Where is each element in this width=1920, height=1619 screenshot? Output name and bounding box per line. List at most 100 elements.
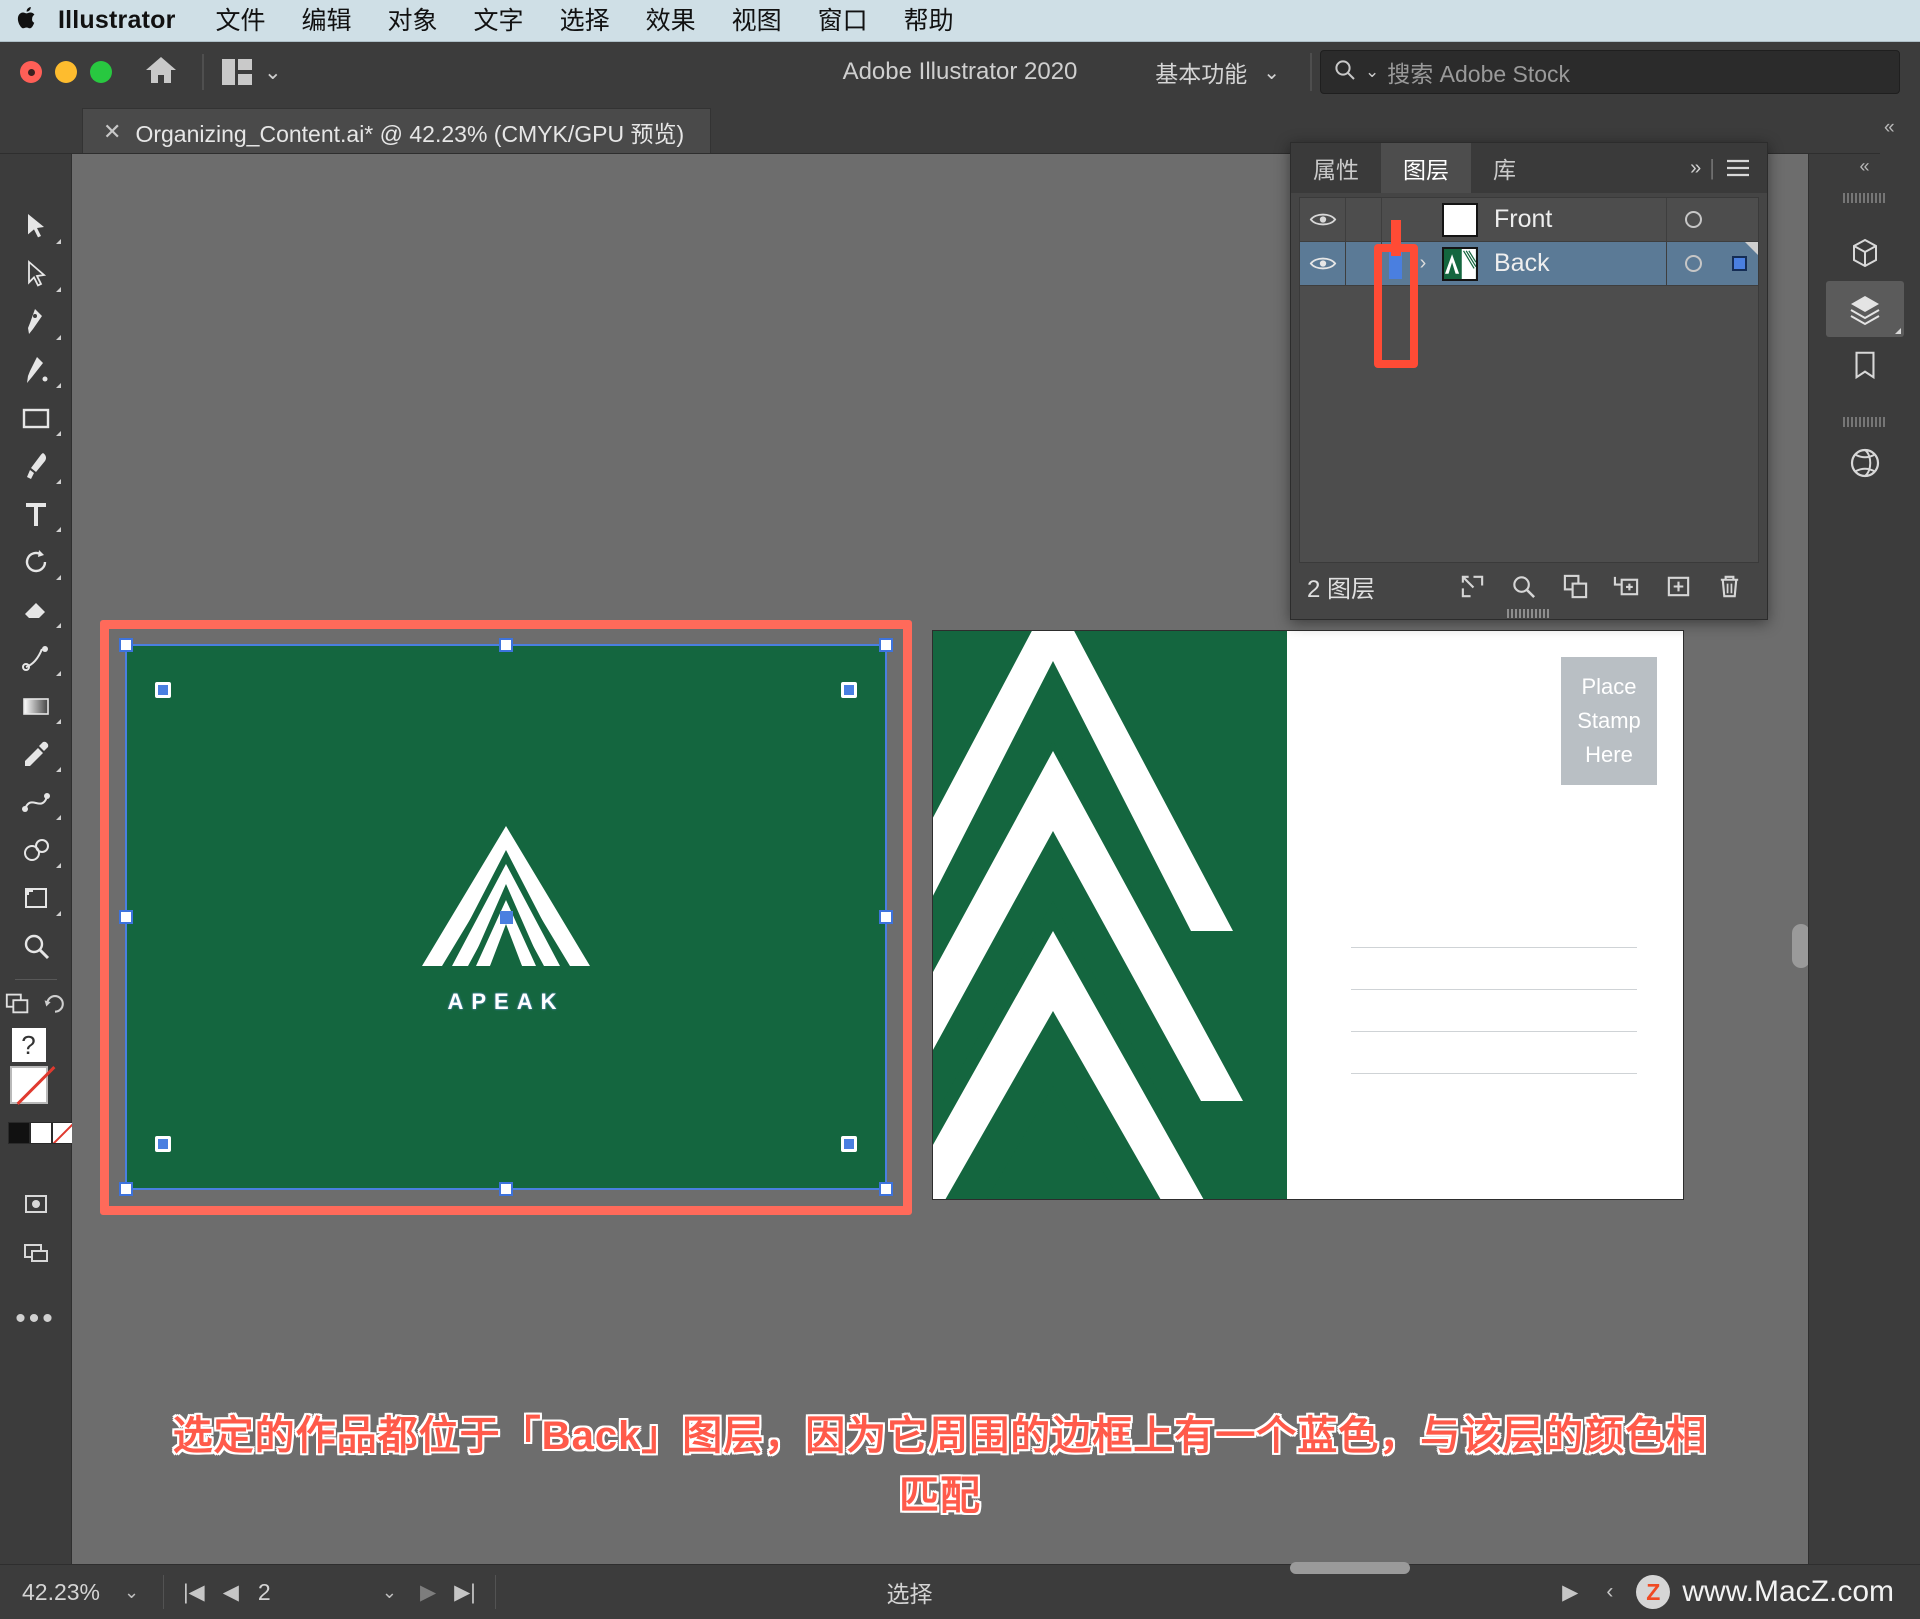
artboard-number-field[interactable]: 2 bbox=[248, 1579, 368, 1606]
curvature-tool[interactable] bbox=[6, 346, 66, 394]
dock-grip[interactable] bbox=[1842, 193, 1887, 203]
collapse-panel-icon[interactable]: « bbox=[1880, 102, 1920, 154]
rectangle-tool[interactable] bbox=[6, 394, 66, 442]
arrange-documents-button[interactable]: ⌄ bbox=[222, 59, 282, 85]
document-tab[interactable]: ✕ Organizing_Content.ai* @ 42.23% (CMYK/… bbox=[82, 108, 712, 154]
artboard-chevron-down-icon[interactable]: ⌄ bbox=[368, 1582, 411, 1603]
adobe-stock-search[interactable]: ⌄ 搜索 Adobe Stock bbox=[1320, 50, 1900, 94]
pen-tool[interactable] bbox=[6, 298, 66, 346]
maximize-window-button[interactable] bbox=[90, 61, 112, 83]
selection-handle-bl[interactable] bbox=[119, 1182, 133, 1196]
selection-handle-tm[interactable] bbox=[499, 638, 513, 652]
duplicate-layer-icon[interactable] bbox=[1552, 566, 1598, 606]
selection-handle-ml[interactable] bbox=[119, 910, 133, 924]
tab-libraries[interactable]: 库 bbox=[1471, 143, 1538, 193]
direct-selection-tool[interactable] bbox=[6, 250, 66, 298]
workspace-switcher[interactable]: 基本功能 ⌄ bbox=[1155, 55, 1280, 89]
collapse-dock-icon[interactable]: « bbox=[1809, 154, 1920, 177]
new-layer-icon[interactable] bbox=[1655, 566, 1701, 606]
selection-handle-mr[interactable] bbox=[879, 910, 893, 924]
panel-resize-grip[interactable] bbox=[1507, 609, 1551, 618]
eyedropper-tool[interactable] bbox=[6, 730, 66, 778]
prev-artboard-icon[interactable]: ◀ bbox=[214, 1580, 248, 1605]
menu-item-file[interactable]: 文件 bbox=[198, 0, 284, 42]
stroke-none-swatch[interactable] bbox=[9, 1066, 48, 1104]
fill-stroke-swatches[interactable]: ? bbox=[4, 1028, 74, 1154]
selection-tool[interactable] bbox=[6, 202, 66, 250]
play-icon[interactable]: ▶ bbox=[1553, 1580, 1587, 1605]
selection-handle-br[interactable] bbox=[879, 1182, 893, 1196]
color-wheel-panel-icon[interactable] bbox=[1826, 435, 1904, 491]
screen-mode-icon[interactable] bbox=[6, 1228, 66, 1276]
menu-item-window[interactable]: 窗口 bbox=[800, 0, 886, 42]
draw-mode-icon[interactable] bbox=[6, 1180, 66, 1228]
tab-layers[interactable]: 图层 bbox=[1381, 143, 1471, 193]
zoom-chevron-down-icon[interactable]: ⌄ bbox=[110, 1582, 153, 1603]
eye-icon[interactable] bbox=[1300, 198, 1346, 241]
target-circle-icon[interactable] bbox=[1666, 198, 1720, 241]
dock-grip-2[interactable] bbox=[1842, 417, 1887, 427]
double-chevron-icon[interactable]: » bbox=[1682, 143, 1709, 193]
paintbrush-tool[interactable] bbox=[6, 442, 66, 490]
tab-properties[interactable]: 属性 bbox=[1291, 143, 1381, 193]
menu-item-help[interactable]: 帮助 bbox=[886, 0, 972, 42]
next-artboard-icon[interactable]: ▶ bbox=[411, 1580, 445, 1605]
more-tools-icon[interactable]: ••• bbox=[15, 1302, 56, 1336]
layer-name-back[interactable]: Back bbox=[1478, 249, 1666, 278]
selection-handle-tl[interactable] bbox=[119, 638, 133, 652]
layer-row-front[interactable]: Front bbox=[1300, 198, 1758, 242]
menu-item-object[interactable]: 对象 bbox=[370, 0, 456, 42]
release-to-layers-icon[interactable] bbox=[1449, 566, 1495, 606]
close-icon[interactable]: ✕ bbox=[103, 119, 121, 145]
menu-item-edit[interactable]: 编辑 bbox=[284, 0, 370, 42]
artboard-tool[interactable] bbox=[6, 874, 66, 922]
layers-panel[interactable]: 属性 图层 库 » | Front › Back 2 图层 bbox=[1290, 142, 1768, 620]
object-anchor-br[interactable] bbox=[841, 1136, 857, 1152]
undo-arrow-icon[interactable] bbox=[42, 990, 68, 1021]
layers-list[interactable]: Front › Back bbox=[1299, 197, 1759, 563]
canvas-horizontal-scrollbar[interactable] bbox=[1290, 1562, 1410, 1574]
menu-item-select[interactable]: 选择 bbox=[542, 0, 628, 42]
home-button[interactable] bbox=[138, 52, 184, 92]
color-swatch-icon[interactable] bbox=[7, 1122, 30, 1144]
target-circle-icon[interactable] bbox=[1666, 242, 1720, 285]
none-swatch-icon[interactable] bbox=[51, 1122, 74, 1144]
eye-icon[interactable] bbox=[1300, 242, 1346, 285]
menu-item-view[interactable]: 视图 bbox=[714, 0, 800, 42]
close-window-button[interactable] bbox=[20, 61, 42, 83]
make-sublayer-icon[interactable] bbox=[1604, 566, 1650, 606]
minimize-window-button[interactable] bbox=[55, 61, 77, 83]
libraries-panel-icon[interactable] bbox=[1826, 337, 1904, 393]
gradient-tool[interactable] bbox=[6, 682, 66, 730]
change-screen-mode-icon[interactable] bbox=[4, 989, 32, 1022]
menu-item-effect[interactable]: 效果 bbox=[628, 0, 714, 42]
blend-tool[interactable] bbox=[6, 778, 66, 826]
zoom-tool[interactable] bbox=[6, 922, 66, 970]
object-anchor-tl[interactable] bbox=[155, 682, 171, 698]
search-dropdown-chevron-icon[interactable]: ⌄ bbox=[1365, 62, 1379, 82]
scale-tool[interactable] bbox=[6, 634, 66, 682]
eraser-tool[interactable] bbox=[6, 586, 66, 634]
chevron-right-icon[interactable]: › bbox=[1408, 252, 1438, 275]
zoom-level-field[interactable]: 42.23% bbox=[0, 1579, 110, 1606]
lock-toggle-front[interactable] bbox=[1346, 198, 1382, 241]
locate-object-icon[interactable] bbox=[1501, 566, 1547, 606]
selection-handle-tr[interactable] bbox=[879, 638, 893, 652]
layer-name-front[interactable]: Front bbox=[1478, 205, 1666, 234]
menu-item-type[interactable]: 文字 bbox=[456, 0, 542, 42]
gradient-swatch-icon[interactable] bbox=[29, 1122, 52, 1144]
first-artboard-icon[interactable]: |◀ bbox=[174, 1580, 214, 1605]
properties-panel-icon[interactable] bbox=[1826, 225, 1904, 281]
layers-panel-icon[interactable] bbox=[1825, 281, 1904, 337]
object-anchor-tr[interactable] bbox=[841, 682, 857, 698]
selection-handle-bm[interactable] bbox=[499, 1182, 513, 1196]
canvas-vertical-scrollbar[interactable] bbox=[1792, 924, 1808, 968]
artboard-back[interactable]: Place Stamp Here bbox=[932, 630, 1684, 1200]
lock-toggle-back[interactable] bbox=[1346, 242, 1382, 285]
panel-menu-icon[interactable] bbox=[1715, 143, 1767, 193]
apple-menu[interactable] bbox=[0, 5, 54, 36]
shape-builder-tool[interactable] bbox=[6, 826, 66, 874]
last-artboard-icon[interactable]: ▶| bbox=[445, 1580, 485, 1605]
delete-layer-icon[interactable] bbox=[1707, 566, 1753, 606]
rotate-tool[interactable] bbox=[6, 538, 66, 586]
